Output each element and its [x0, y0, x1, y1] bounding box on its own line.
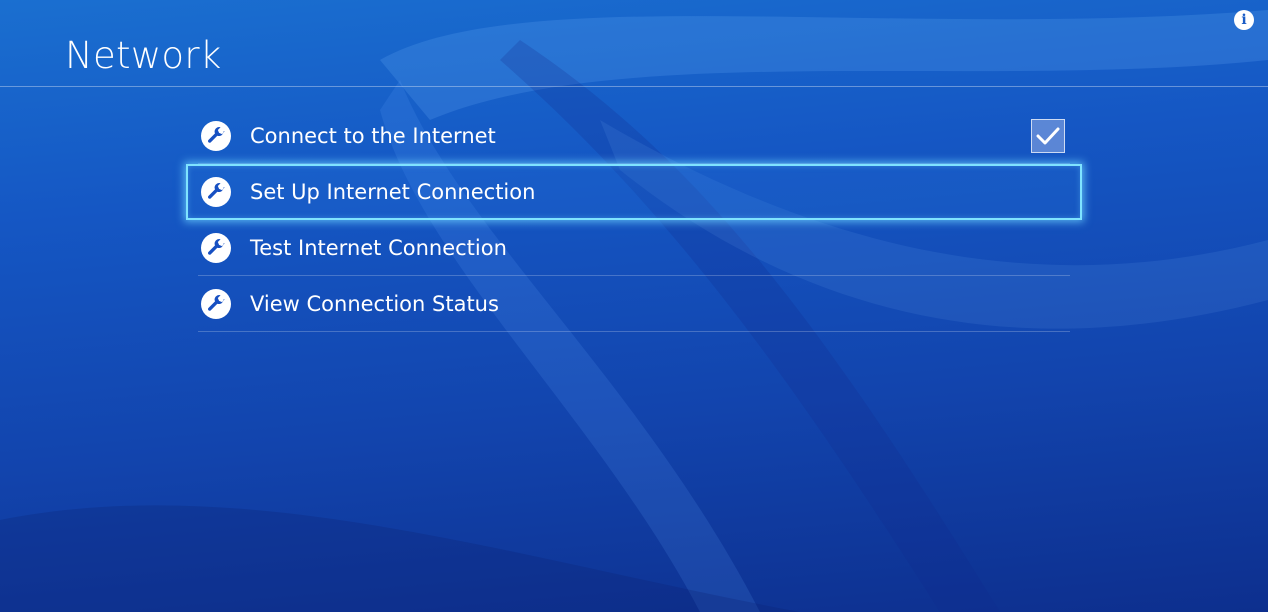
network-screen: i Network Connect to the Internet Set Up…: [0, 0, 1268, 612]
page-title: Network: [65, 34, 222, 77]
checkmark-icon: [1036, 127, 1060, 145]
menu-item-label: View Connection Status: [250, 292, 499, 316]
network-menu: Connect to the Internet Set Up Internet …: [186, 108, 1082, 332]
menu-item-label: Test Internet Connection: [250, 236, 507, 260]
wrench-icon: [201, 121, 231, 151]
connect-internet-checkbox[interactable]: [1031, 119, 1065, 153]
wrench-icon: [201, 177, 231, 207]
menu-item-test-internet-connection[interactable]: Test Internet Connection: [186, 220, 1082, 276]
info-icon[interactable]: i: [1234, 10, 1254, 30]
wrench-icon: [201, 289, 231, 319]
menu-item-label: Set Up Internet Connection: [250, 180, 536, 204]
header-divider: [0, 86, 1268, 87]
menu-item-connect-to-internet[interactable]: Connect to the Internet: [186, 108, 1082, 164]
menu-item-set-up-internet-connection[interactable]: Set Up Internet Connection: [186, 164, 1082, 220]
row-divider: [198, 331, 1070, 332]
menu-item-view-connection-status[interactable]: View Connection Status: [186, 276, 1082, 332]
wrench-icon: [201, 233, 231, 263]
menu-item-label: Connect to the Internet: [250, 124, 496, 148]
